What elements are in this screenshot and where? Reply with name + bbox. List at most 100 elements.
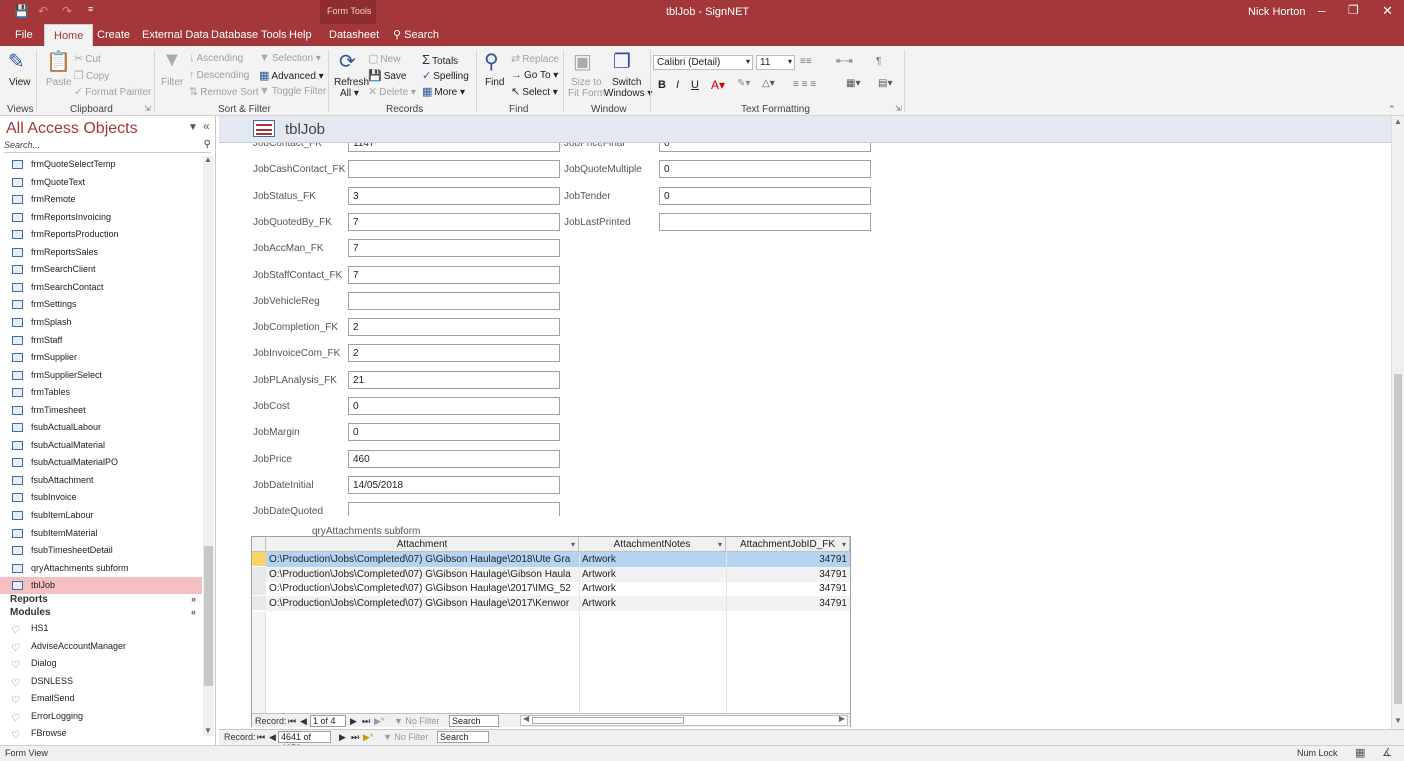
nav-item-form[interactable]: frmReportsSales	[0, 244, 202, 261]
cell-attachment[interactable]: O:\Production\Jobs\Completed\07) G\Gibso…	[267, 596, 578, 611]
fit-form-button[interactable]: Fit Form	[568, 88, 605, 99]
last-record-icon[interactable]: ⏭	[351, 732, 359, 743]
select-button[interactable]: ↖ Select ▾	[511, 85, 558, 98]
toggle-filter-button[interactable]: ▼ Toggle Filter	[259, 85, 326, 97]
ascending-button[interactable]: ↓ Ascending	[189, 52, 243, 64]
cell-jobid[interactable]: 34791	[727, 567, 849, 582]
nav-item-form[interactable]: qryAttachments subform	[0, 560, 202, 577]
clipboard-launcher-icon[interactable]: ⇲	[144, 104, 151, 113]
spelling-button[interactable]: ✓ Spelling	[422, 69, 469, 82]
design-view-icon[interactable]: ∡	[1382, 746, 1392, 759]
chevron-down-icon[interactable]: ▾	[842, 537, 846, 552]
subform-record-position[interactable]: 1 of 4	[310, 715, 346, 727]
nav-group-modules[interactable]: Modules «	[10, 607, 200, 618]
nav-item-form[interactable]: frmRemote	[0, 191, 202, 208]
field-input[interactable]: 0	[348, 397, 560, 415]
scroll-left-icon[interactable]: ◀	[523, 714, 529, 723]
paste-icon[interactable]: 📋	[46, 49, 71, 74]
document-tab[interactable]: tblJob	[219, 116, 1391, 143]
paste-button[interactable]: Paste	[46, 77, 72, 88]
nav-search-input[interactable]: Search... ⚲	[4, 139, 211, 153]
select-all-cell[interactable]	[252, 537, 266, 552]
nav-item-form[interactable]: fsubAttachment	[0, 472, 202, 489]
view-button[interactable]: View	[9, 77, 31, 88]
column-header-jobid[interactable]: AttachmentJobID_FK ▾	[726, 537, 850, 552]
scroll-down-icon[interactable]: ▼	[204, 726, 212, 735]
collapse-nav-icon[interactable]: «	[203, 119, 210, 133]
refresh-icon[interactable]: ⟳	[339, 49, 356, 74]
tab-home[interactable]: Home	[44, 24, 94, 46]
scroll-right-icon[interactable]: ▶	[839, 714, 845, 723]
subform-search-box[interactable]: Search	[449, 715, 499, 727]
last-record-icon[interactable]: ⏭	[362, 716, 370, 727]
text-format-launcher-icon[interactable]: ⇲	[895, 104, 902, 113]
nav-item-form[interactable]: fsubItemLabour	[0, 507, 202, 524]
italic-button[interactable]: I	[676, 79, 679, 91]
alternate-row-icon[interactable]: ▤▾	[878, 78, 892, 89]
customize-qat-icon[interactable]: ≡	[88, 4, 93, 14]
font-color-icon[interactable]: A▾	[711, 78, 725, 92]
close-icon[interactable]: ✕	[1382, 3, 1393, 19]
tab-file[interactable]: File	[6, 24, 42, 46]
user-name[interactable]: Nick Horton	[1248, 6, 1305, 18]
format-painter-button[interactable]: ✓ Format Painter	[74, 85, 151, 98]
form-vscrollbar[interactable]: ▲ ▼	[1391, 116, 1404, 729]
filter-status[interactable]: ▼ No Filter	[394, 716, 439, 726]
tab-create[interactable]: Create	[88, 24, 139, 46]
table-row[interactable]: O:\Production\Jobs\Completed\07) G\Gibso…	[252, 581, 850, 597]
chevron-down-icon[interactable]: ▾	[718, 537, 722, 552]
fill-color-icon[interactable]: △▾	[762, 78, 775, 89]
tab-help[interactable]: Help	[280, 24, 321, 46]
nav-item-module[interactable]: ♡ HS1	[0, 620, 202, 637]
chevron-down-icon[interactable]: ▾	[571, 537, 575, 552]
nav-group-reports[interactable]: Reports »	[10, 594, 200, 605]
nav-item-form[interactable]: frmQuoteSelectTemp	[0, 156, 202, 173]
hscroll-thumb[interactable]	[532, 717, 684, 724]
delete-record-button[interactable]: ✕ Delete ▾	[368, 85, 416, 98]
row-selector[interactable]	[252, 566, 266, 582]
scroll-down-icon[interactable]: ▼	[1394, 716, 1402, 725]
filter-status[interactable]: ▼ No Filter	[383, 732, 428, 742]
copy-button[interactable]: ❐ Copy	[74, 69, 109, 82]
table-row[interactable]: O:\Production\Jobs\Completed\07) G\Gibso…	[252, 566, 850, 582]
nav-item-form[interactable]: fsubActualMaterialPO	[0, 454, 202, 471]
next-record-icon[interactable]: ▶	[339, 732, 346, 743]
nav-item-module[interactable]: ♡ FBrowse	[0, 725, 202, 742]
windows-button[interactable]: Windows ▾	[604, 88, 652, 99]
nav-scrollbar[interactable]: ▲ ▼	[203, 155, 214, 736]
save-icon[interactable]: 💾	[14, 4, 29, 18]
nav-item-form[interactable]: fsubTimesheetDetail	[0, 542, 202, 559]
cut-button[interactable]: ✂ Cut	[74, 52, 101, 65]
prev-record-icon[interactable]: ◀	[300, 716, 307, 727]
underline-button[interactable]: U	[691, 79, 699, 91]
new-record-button[interactable]: ▢ New	[368, 52, 400, 65]
cell-notes[interactable]: Artwork	[580, 552, 724, 567]
field-input[interactable]: 14/05/2018	[348, 475, 560, 494]
switch-windows-icon[interactable]: ❐	[613, 49, 631, 74]
cell-notes[interactable]: Artwork	[580, 596, 724, 611]
align-icons[interactable]: ≡ ≡ ≡	[793, 79, 816, 90]
subform-hscrollbar[interactable]: ◀ ▶	[520, 714, 848, 726]
nav-item-form[interactable]: frmSplash	[0, 314, 202, 331]
cell-attachment[interactable]: O:\Production\Jobs\Completed\07) G\Gibso…	[267, 552, 578, 567]
record-search-box[interactable]: Search	[437, 731, 489, 743]
descending-button[interactable]: ↑ Descending	[189, 69, 249, 81]
field-input[interactable]: 0	[659, 160, 871, 179]
font-name-select[interactable]: Calibri (Detail) ▾	[653, 55, 753, 70]
cell-jobid[interactable]: 34791	[727, 581, 849, 596]
size-to-button[interactable]: Size to	[571, 77, 602, 88]
nav-menu-chevron-icon[interactable]: ▼	[188, 122, 198, 133]
row-selector[interactable]	[252, 595, 266, 611]
replace-button[interactable]: ⇄ Replace	[511, 52, 559, 65]
tell-me-search[interactable]: ⚲ Search	[384, 24, 448, 46]
nav-item-module[interactable]: ♡ DSNLESS	[0, 673, 202, 690]
totals-button[interactable]: Σ Totals	[422, 52, 458, 67]
nav-item-form[interactable]: frmQuoteText	[0, 174, 202, 191]
goto-button[interactable]: → Go To ▾	[511, 69, 558, 81]
highlight-icon[interactable]: ✎▾	[737, 78, 750, 89]
field-input[interactable]: 2	[348, 318, 560, 337]
nav-item-module[interactable]: ♡ AdviseAccountManager	[0, 638, 202, 655]
bold-button[interactable]: B	[658, 79, 666, 91]
undo-icon[interactable]: ↶	[38, 4, 48, 18]
form-vscroll-thumb[interactable]	[1394, 374, 1402, 704]
